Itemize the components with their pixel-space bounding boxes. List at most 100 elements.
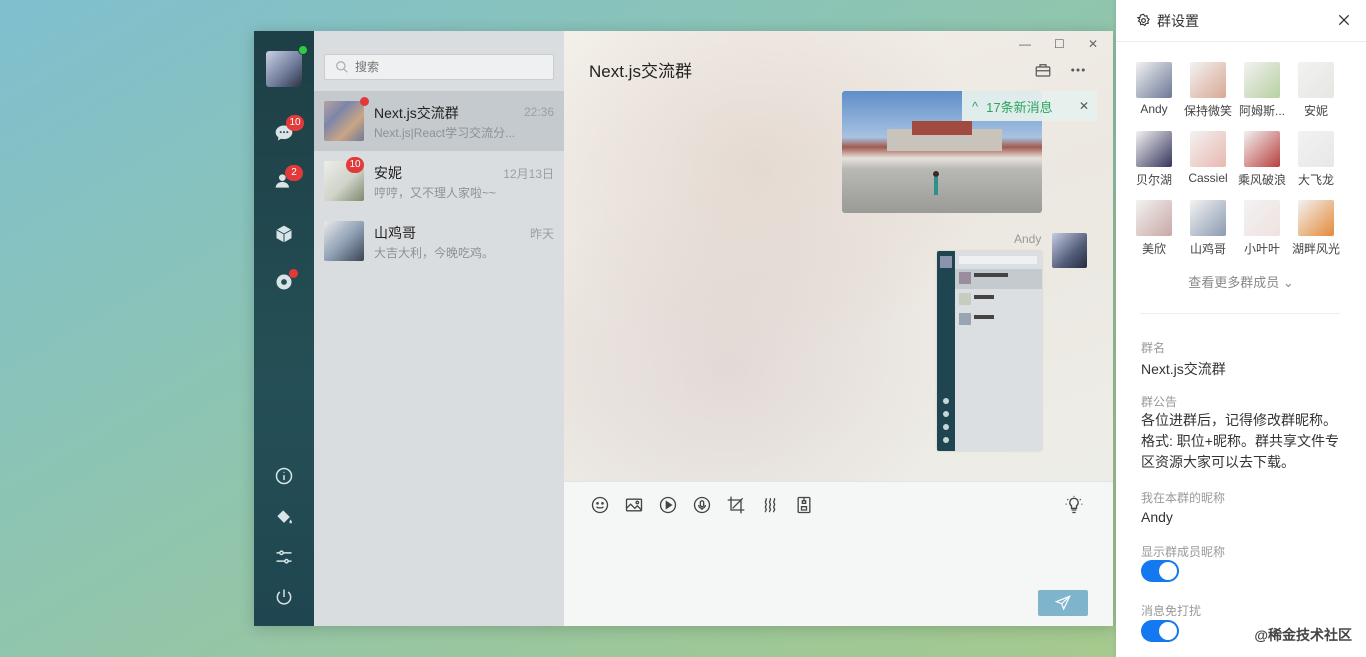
file-icon[interactable]	[794, 495, 814, 515]
nav-sidebar: 10 2	[254, 31, 314, 626]
member-avatar	[1244, 200, 1280, 236]
member-item[interactable]: 贝尔湖	[1129, 131, 1179, 188]
member-name: 小叶叶	[1243, 242, 1280, 256]
member-name: 大飞龙	[1297, 173, 1334, 187]
discover-dot	[289, 269, 298, 278]
group-name-value[interactable]: Next.js交流群	[1141, 359, 1226, 379]
settings-sliders-icon[interactable]	[272, 545, 296, 569]
group-name-label: 群名	[1141, 341, 1166, 355]
member-item[interactable]: Andy	[1129, 62, 1179, 116]
lightbulb-icon[interactable]	[1064, 495, 1084, 515]
message-sender: Andy	[1014, 232, 1042, 246]
group-avatar	[324, 101, 364, 141]
divider	[1140, 313, 1340, 314]
nickname-label: 我在本群的昵称	[1141, 491, 1226, 505]
member-item[interactable]: 乘风破浪	[1237, 131, 1287, 188]
search-icon	[336, 61, 348, 73]
image-icon[interactable]	[624, 495, 644, 515]
member-avatar	[1190, 200, 1226, 236]
group-notice-label: 群公告	[1141, 395, 1178, 409]
do-not-disturb-label: 消息免打扰	[1141, 604, 1202, 618]
watermark: @稀金技术社区	[1254, 627, 1352, 643]
chat-preview: 大吉大利，今晚吃鸡。	[374, 246, 495, 260]
member-name: 保持微笑	[1183, 104, 1232, 118]
member-item[interactable]: 保持微笑	[1183, 62, 1233, 119]
chat-item[interactable]: 山鸡哥 昨天 大吉大利，今晚吃鸡。	[314, 211, 564, 271]
voice-icon[interactable]	[692, 495, 712, 515]
nickname-value[interactable]: Andy	[1141, 509, 1173, 525]
theme-bucket-icon[interactable]	[272, 505, 296, 529]
member-avatar	[1244, 62, 1280, 98]
member-item[interactable]: 山鸡哥	[1183, 200, 1233, 257]
new-messages-text: 17条新消息	[986, 99, 1053, 115]
contact-avatar	[324, 221, 364, 261]
member-item[interactable]: 安妮	[1291, 62, 1341, 119]
online-status-dot	[298, 45, 308, 55]
member-name: 山鸡哥	[1189, 242, 1226, 256]
conversation-title: Next.js交流群	[589, 62, 692, 81]
window-close-button[interactable]: ✕	[1088, 37, 1098, 51]
chat-app-window: 10 2 Nex	[254, 31, 1113, 626]
input-toolbar	[564, 481, 1113, 626]
member-avatar	[1298, 62, 1334, 98]
sender-avatar[interactable]	[1052, 233, 1087, 268]
view-more-label: 查看更多群成员	[1188, 275, 1280, 290]
member-item[interactable]: 美欣	[1129, 200, 1179, 257]
chat-time: 12月13日	[503, 167, 554, 181]
unread-badge: 10	[346, 157, 364, 173]
member-avatar	[1190, 62, 1226, 98]
maximize-button[interactable]: ☐	[1054, 37, 1065, 51]
chat-name: Next.js交流群	[374, 105, 459, 121]
member-item[interactable]: 小叶叶	[1237, 200, 1287, 257]
member-name: 湖畔风光	[1291, 242, 1340, 256]
chat-name: 安妮	[374, 165, 402, 181]
send-button[interactable]	[1038, 590, 1088, 616]
power-icon[interactable]	[272, 585, 296, 609]
chat-preview: Next.js|React学习交流分...	[374, 126, 516, 140]
view-more-members-link[interactable]: 查看更多群成员 ⌄	[1116, 272, 1366, 291]
contacts-badge: 2	[285, 165, 303, 181]
member-item[interactable]: 大飞龙	[1291, 131, 1341, 188]
info-icon[interactable]	[272, 464, 296, 488]
do-not-disturb-toggle[interactable]	[1141, 620, 1179, 642]
member-item[interactable]: Cassiel	[1183, 131, 1233, 185]
member-avatar	[1244, 131, 1280, 167]
minimize-button[interactable]: —	[1019, 37, 1031, 51]
video-icon[interactable]	[658, 495, 678, 515]
show-nickname-toggle[interactable]	[1141, 560, 1179, 582]
search-input[interactable]	[355, 60, 535, 74]
screenshot-message[interactable]	[937, 251, 1042, 451]
member-avatar	[1298, 131, 1334, 167]
chat-item[interactable]: 10 安妮 12月13日 哼哼，又不理人家啦~~	[314, 151, 564, 211]
shake-icon[interactable]	[760, 495, 780, 515]
dismiss-banner-icon[interactable]: ✕	[1079, 99, 1089, 113]
member-item[interactable]: 阿姆斯...	[1237, 62, 1287, 119]
crop-screenshot-icon[interactable]	[726, 495, 746, 515]
member-name: 美欣	[1141, 242, 1166, 256]
group-notice-text: 各位进群后，记得修改群昵称。格式: 职位+昵称。群共享文件专区资源大家可以去下载…	[1141, 412, 1339, 470]
search-box[interactable]	[324, 54, 554, 80]
nav-box-icon[interactable]	[272, 222, 296, 246]
chat-item[interactable]: Next.js交流群 22:36 Next.js|React学习交流分...	[314, 91, 564, 151]
unread-dot	[360, 97, 369, 106]
new-messages-banner[interactable]: ^ 17条新消息 ✕	[962, 91, 1097, 121]
member-avatar	[1136, 200, 1172, 236]
chat-time: 昨天	[529, 227, 554, 241]
close-icon[interactable]	[1336, 12, 1352, 28]
member-item[interactable]: 湖畔风光	[1291, 200, 1341, 257]
conversation-pane: — ☐ ✕ Next.js交流群 ^ 17条新消息 ✕ Andy	[564, 31, 1113, 626]
member-name: 安妮	[1303, 104, 1328, 118]
member-name: Cassiel	[1188, 171, 1228, 185]
my-avatar[interactable]	[266, 51, 302, 87]
member-avatar	[1136, 62, 1172, 98]
member-name: Andy	[1140, 102, 1168, 116]
group-announcement-icon[interactable]	[1034, 61, 1052, 79]
chat-name: 山鸡哥	[374, 225, 416, 241]
chevron-down-icon: ⌄	[1282, 275, 1294, 290]
member-avatar	[1136, 131, 1172, 167]
send-plane-icon	[1055, 595, 1071, 611]
chat-time: 22:36	[523, 105, 554, 119]
more-options-icon[interactable]	[1069, 61, 1087, 79]
emoji-icon[interactable]	[590, 495, 610, 515]
show-nickname-label: 显示群成员昵称	[1141, 545, 1226, 559]
